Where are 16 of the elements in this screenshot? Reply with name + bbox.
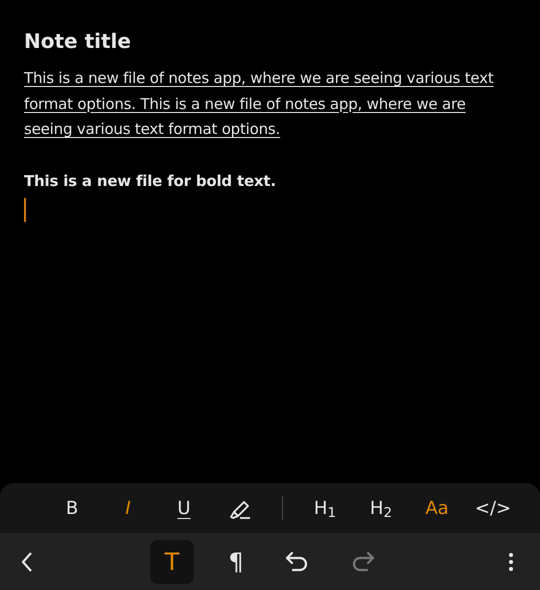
italic-button[interactable]: I — [100, 488, 156, 528]
undo-icon — [284, 550, 310, 572]
note-title[interactable]: Note title — [24, 26, 516, 56]
heading-1-button[interactable]: H$_{1}$ — [297, 488, 353, 528]
text-format-tab[interactable]: T — [150, 540, 194, 584]
code-button[interactable]: </> — [465, 488, 521, 528]
bold-text: This is a new file for bold text. — [24, 170, 277, 192]
underlined-paragraph: This is a new file of notes app, where we are seeing various text format options. This is a new file of notes app, where we are seeing various text format options. — [24, 68, 495, 140]
redo-icon — [350, 550, 376, 572]
paragraph-tab[interactable]: ¶ — [214, 540, 258, 584]
bold-button[interactable]: B — [44, 488, 100, 528]
underline-button[interactable]: U — [156, 488, 212, 528]
heading-2-button[interactable]: H$_{2}$ — [353, 488, 409, 528]
more-icon — [508, 552, 514, 572]
back-icon — [20, 550, 34, 572]
text-size-button[interactable]: Aa — [409, 488, 465, 528]
